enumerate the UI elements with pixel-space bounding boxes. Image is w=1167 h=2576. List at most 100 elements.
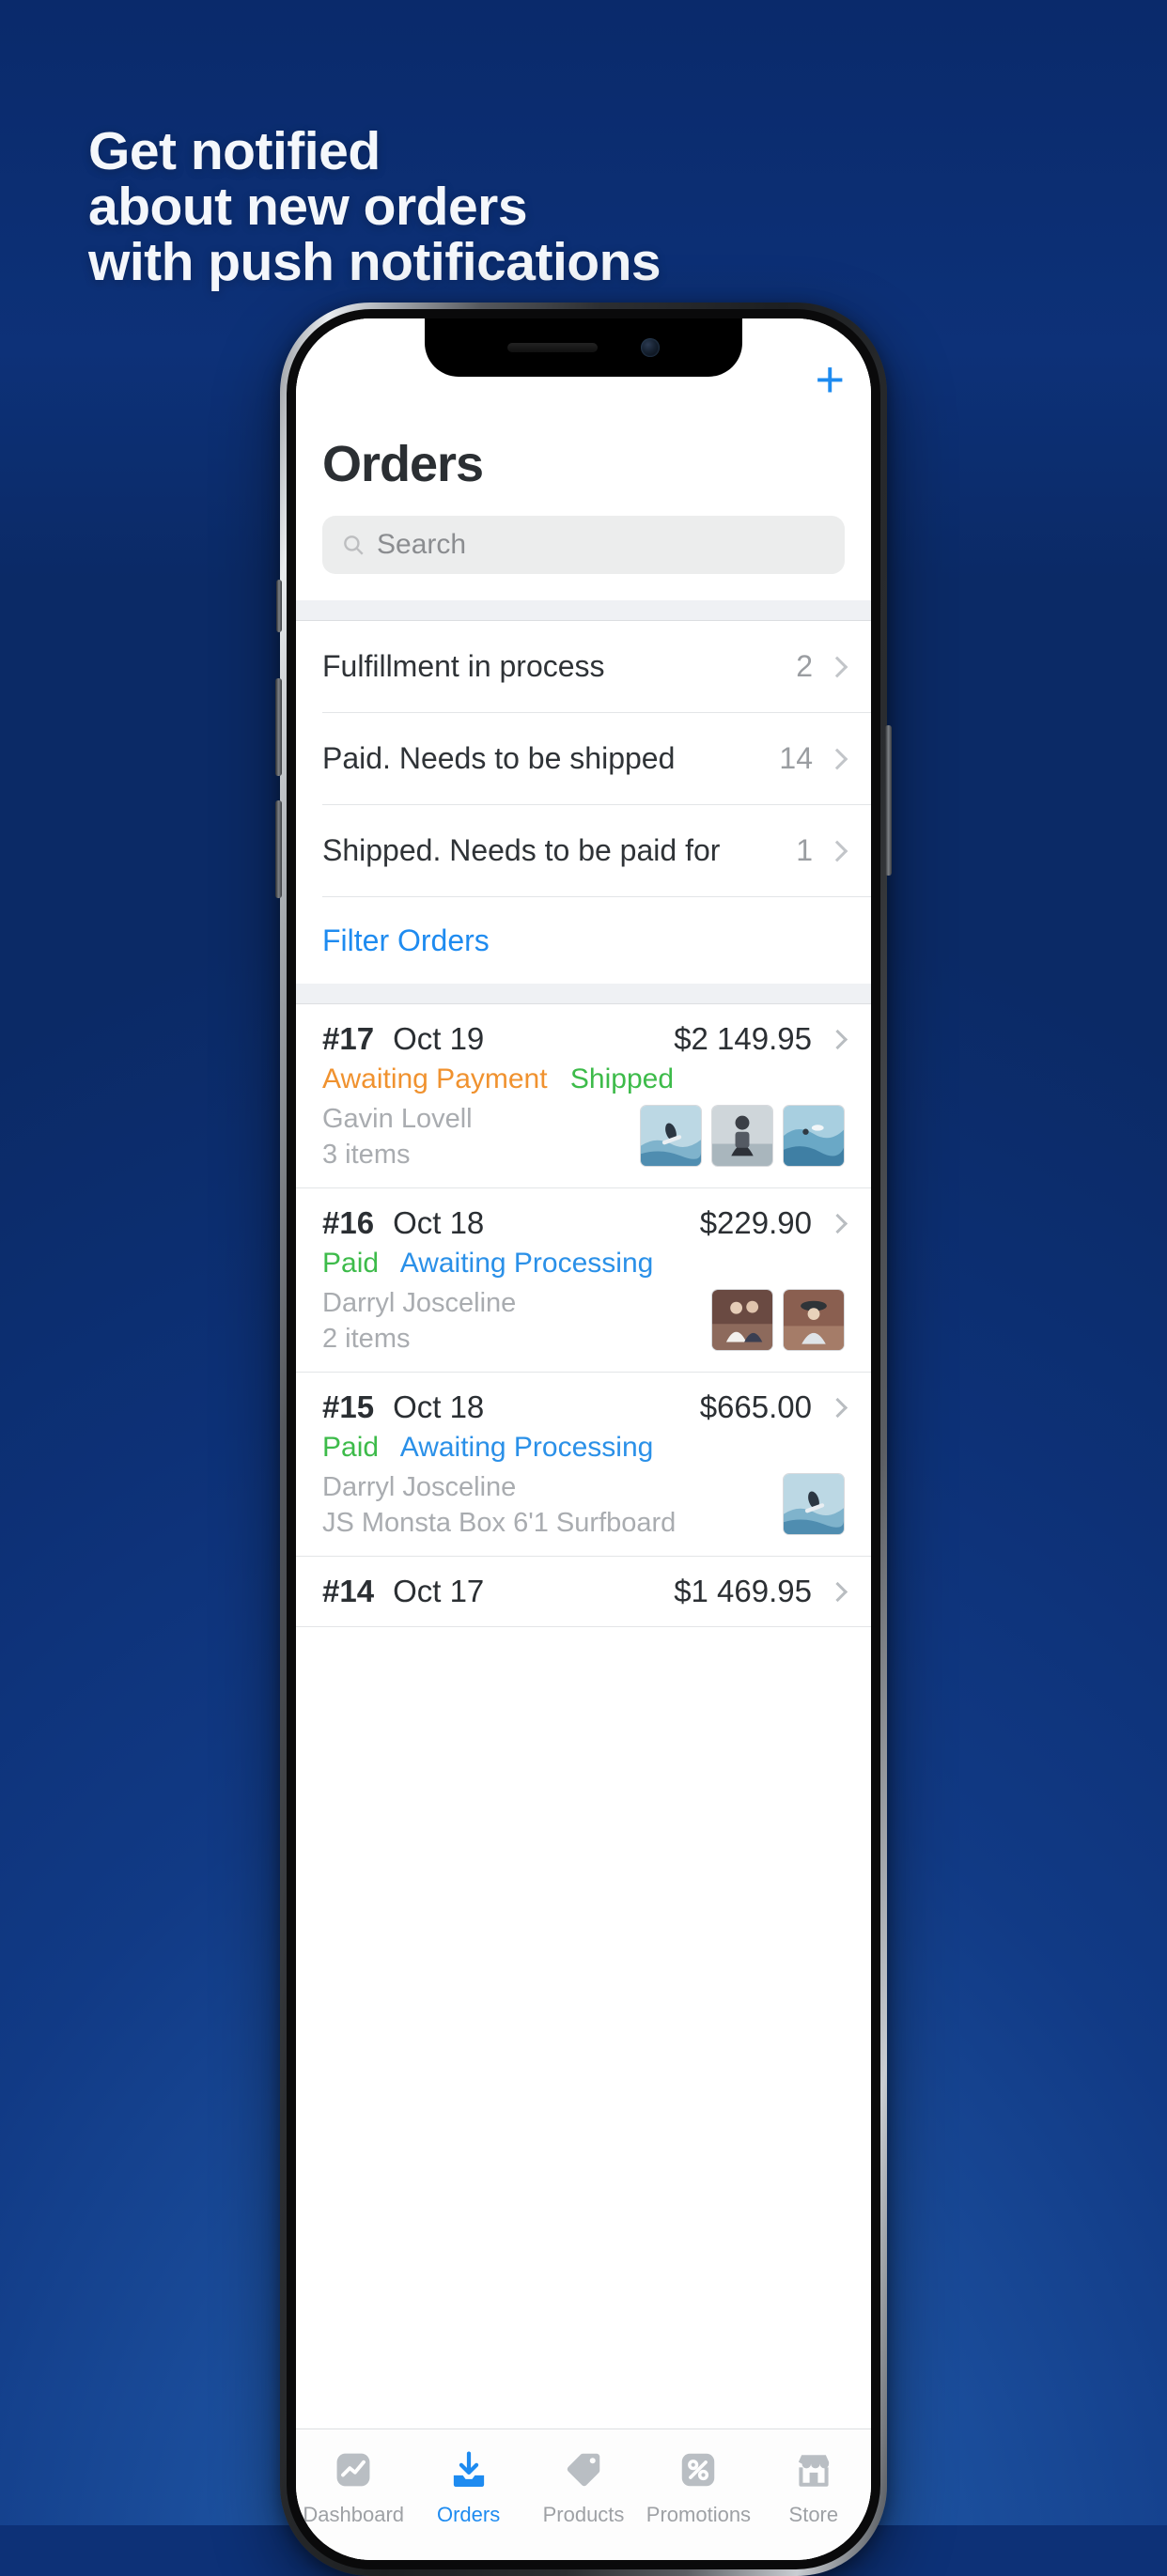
order-row-16[interactable]: #16 Oct 18 $229.90 Paid Awaiting Process… (296, 1188, 871, 1373)
order-customer: Gavin Lovell (322, 1104, 473, 1134)
orders-app: + Orders Search Fulfillment in process 2… (296, 318, 871, 2560)
order-date: Oct 18 (393, 1389, 485, 1424)
chevron-right-icon (826, 656, 848, 677)
order-total: $229.90 (699, 1205, 812, 1240)
phone-mockup: + Orders Search Fulfillment in process 2… (275, 303, 892, 2576)
order-row-17[interactable]: #17 Oct 19 $2 149.95 Awaiting Payment Sh… (296, 1004, 871, 1188)
status-badge-awaiting-payment: Awaiting Payment (322, 1063, 548, 1094)
order-item-count: 2 items (322, 1324, 411, 1354)
chevron-right-icon (826, 840, 848, 861)
order-number: #14 (322, 1574, 375, 1608)
chevron-right-icon (827, 1581, 848, 1602)
order-date: Oct 18 (393, 1205, 485, 1240)
tab-dashboard[interactable]: Dashboard (296, 2446, 411, 2527)
chevron-right-icon (826, 748, 848, 769)
status-badge-paid: Paid (322, 1432, 380, 1463)
beach-hat-photo (784, 1290, 844, 1350)
volume-down-button[interactable] (275, 800, 282, 898)
status-badge-awaiting-processing: Awaiting Processing (399, 1248, 654, 1279)
order-thumbnails (640, 1101, 845, 1167)
tab-promotions[interactable]: Promotions (641, 2446, 755, 2527)
promo-headline: Get notified about new orders with push … (88, 124, 661, 290)
filter-orders-button[interactable]: Filter Orders (322, 897, 871, 984)
chevron-right-icon (827, 1029, 848, 1049)
search-placeholder: Search (377, 529, 467, 560)
front-camera-icon (641, 338, 660, 357)
order-meta: Gavin Lovell 3 items (322, 1101, 625, 1171)
tab-orders[interactable]: Orders (411, 2446, 525, 2527)
product-thumbnail (640, 1105, 702, 1167)
status-label: Fulfillment in process (322, 649, 605, 683)
order-header: #16 Oct 18 $229.90 (322, 1205, 848, 1241)
earpiece-speaker (507, 343, 598, 352)
status-label: Paid. Needs to be shipped (322, 741, 676, 775)
status-badge-shipped: Shipped (569, 1063, 675, 1094)
add-order-button[interactable]: + (815, 354, 845, 405)
silent-switch[interactable] (276, 580, 282, 632)
status-label: Shipped. Needs to be paid for (322, 833, 721, 867)
order-tags: Paid Awaiting Processing (322, 1248, 845, 1280)
section-divider-orders (296, 984, 871, 1004)
status-badge-awaiting-processing: Awaiting Processing (399, 1432, 654, 1463)
order-customer: Darryl Josceline (322, 1472, 517, 1502)
phone-screen: + Orders Search Fulfillment in process 2… (296, 318, 871, 2560)
order-thumbnails (783, 1469, 845, 1535)
search-wrapper: Search (322, 516, 845, 600)
status-row-shipped-needs-payment[interactable]: Shipped. Needs to be paid for 1 (322, 805, 871, 897)
chevron-right-icon (827, 1213, 848, 1234)
status-row-paid-needs-shipping[interactable]: Paid. Needs to be shipped 14 (322, 713, 871, 805)
volume-up-button[interactable] (275, 678, 282, 776)
order-tags: Paid Awaiting Processing (322, 1432, 845, 1464)
headline-line-2: about new orders (88, 177, 528, 237)
order-row-15[interactable]: #15 Oct 18 $665.00 Paid Awaiting Process… (296, 1373, 871, 1557)
chart-line-icon (333, 2446, 374, 2493)
order-header: #17 Oct 19 $2 149.95 (322, 1021, 848, 1057)
product-thumbnail (783, 1289, 845, 1351)
order-meta: Darryl Josceline JS Monsta Box 6'1 Surfb… (322, 1469, 768, 1539)
price-tag-icon (563, 2446, 604, 2493)
section-divider-top (296, 600, 871, 621)
headline-line-3: with push notifications (88, 232, 661, 292)
order-customer: Darryl Josceline (322, 1288, 517, 1318)
order-date: Oct 19 (393, 1021, 485, 1056)
order-row-14[interactable]: #14 Oct 17 $1 469.95 (296, 1557, 871, 1627)
product-thumbnail (711, 1105, 773, 1167)
product-thumbnail (711, 1289, 773, 1351)
tab-label: Dashboard (303, 2503, 405, 2526)
person-beach-photo (712, 1106, 772, 1166)
status-row-fulfillment[interactable]: Fulfillment in process 2 (322, 621, 871, 713)
order-total: $665.00 (699, 1389, 812, 1424)
title-area: Orders Search (296, 429, 871, 600)
tab-label: Promotions (646, 2503, 752, 2526)
tab-products[interactable]: Products (526, 2446, 641, 2527)
percent-tag-icon (677, 2446, 719, 2493)
order-total: $1 469.95 (674, 1574, 812, 1608)
order-tags: Awaiting Payment Shipped (322, 1063, 845, 1095)
phone-notch (425, 318, 742, 377)
order-total: $2 149.95 (674, 1021, 812, 1056)
surfboard-photo (784, 1474, 844, 1534)
surfer-wave-photo (641, 1106, 701, 1166)
power-button[interactable] (885, 725, 892, 876)
tab-store[interactable]: Store (756, 2446, 871, 2527)
product-thumbnail (783, 1105, 845, 1167)
order-number: #17 (322, 1021, 375, 1056)
page-title: Orders (322, 436, 484, 492)
orders-list[interactable]: #17 Oct 19 $2 149.95 Awaiting Payment Sh… (296, 1004, 871, 2429)
status-badge-paid: Paid (322, 1248, 380, 1279)
search-icon (344, 535, 364, 555)
status-count: 2 (796, 649, 813, 683)
tab-label: Orders (436, 2503, 501, 2526)
order-body: Darryl Josceline 2 items (322, 1285, 845, 1355)
tab-label: Products (542, 2503, 625, 2526)
order-number: #15 (322, 1389, 375, 1424)
chevron-right-icon (827, 1397, 848, 1418)
ocean-surf-photo (784, 1106, 844, 1166)
order-product-name: JS Monsta Box 6'1 Surfboard (322, 1508, 677, 1538)
order-thumbnails (711, 1285, 845, 1351)
order-body: Darryl Josceline JS Monsta Box 6'1 Surfb… (322, 1469, 845, 1539)
tab-label: Store (788, 2503, 839, 2526)
order-date: Oct 17 (393, 1574, 485, 1608)
search-input[interactable]: Search (322, 516, 845, 574)
tab-bar: Dashboard Orders Products Promotions Sto… (296, 2429, 871, 2560)
